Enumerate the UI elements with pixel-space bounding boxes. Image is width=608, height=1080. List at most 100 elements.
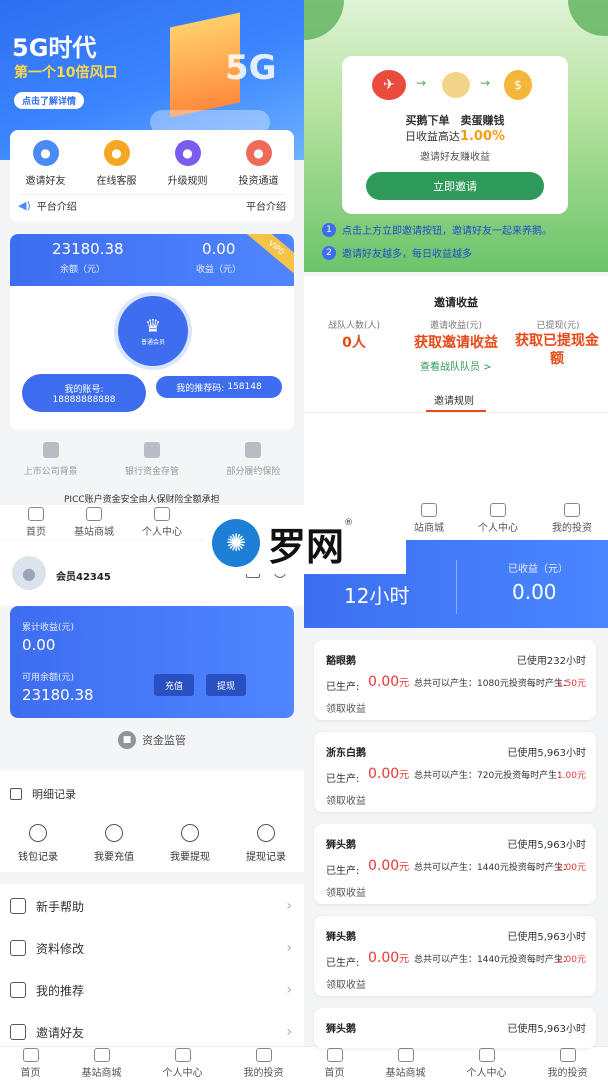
- banner-detail-button[interactable]: 点击了解详情: [14, 92, 85, 109]
- shield-icon: [245, 442, 262, 458]
- investment-rate-row: 1.50元: [557, 676, 586, 689]
- produced-value: 0.00: [368, 858, 400, 874]
- account-label: 我的账号:: [64, 384, 104, 395]
- tab-label: 站商城: [414, 522, 444, 534]
- withdraw-button[interactable]: 提现: [206, 674, 246, 696]
- tab-home[interactable]: 首页: [21, 1048, 41, 1079]
- investment-name: 狮头鹅: [326, 932, 356, 943]
- guarantee-row: 上市公司背景 银行资金存管 部分履约保险: [0, 442, 304, 477]
- tab-store[interactable]: 基站商城: [386, 1048, 426, 1079]
- record-item[interactable]: 我要提现: [170, 824, 210, 863]
- record-item[interactable]: 钱包记录: [18, 824, 58, 863]
- tab-person[interactable]: 个人中心: [142, 506, 182, 538]
- tab-invest[interactable]: 我的投资: [244, 1048, 284, 1079]
- collect-income-button[interactable]: 领取收益: [326, 792, 366, 807]
- banner-title: 5G时代: [12, 34, 97, 62]
- crown-avatar: ♛ 普通会员: [118, 296, 188, 366]
- person-icon: [490, 502, 506, 517]
- collect-income-button[interactable]: 领取收益: [326, 884, 366, 899]
- records-header[interactable]: 明细记录: [10, 786, 76, 802]
- quick-menu-item[interactable]: ● 邀请好友: [26, 140, 66, 187]
- available-value: 23180.38: [22, 686, 94, 704]
- tab-person[interactable]: 个人中心: [467, 1048, 507, 1079]
- speaker-icon: ◀): [18, 199, 31, 212]
- tab-home[interactable]: 首页: [26, 506, 46, 538]
- quick-menu-label: 邀请好友: [25, 176, 66, 187]
- picc-line: PICC账户资金安全由人保财险全额承担: [64, 495, 220, 505]
- tab-label: 个人中心: [478, 522, 518, 534]
- investment-desc: 总共可以产生：1440元投资每时产生：: [414, 955, 572, 965]
- store-icon: [86, 506, 102, 521]
- tab-label: 基站商城: [81, 1068, 122, 1079]
- investment-produced: 0.00元: [368, 950, 409, 966]
- step-number: 2: [322, 245, 336, 260]
- guarantee-item: 部分履约保险: [226, 442, 280, 477]
- fund-supervision[interactable]: ■ 资金监管: [0, 728, 304, 752]
- member-wallet-card: 累计收益(元) 0.00 可用余额(元) 23180.38 充值 提现: [10, 606, 294, 718]
- tab-store[interactable]: 基站商城: [74, 506, 114, 538]
- notice-bar[interactable]: ◀) 平台介绍 平台介绍: [18, 194, 286, 216]
- wallet-icon: [29, 824, 47, 842]
- quick-menu-item[interactable]: ● 升级规则: [168, 140, 208, 187]
- withdrawn-value: 获取已提现金额: [515, 333, 599, 367]
- produced-value: 0.00: [368, 950, 400, 966]
- invite-step: 1 点击上方立即邀请按钮，邀请好友一起来养鹅。: [322, 222, 602, 237]
- quick-menu-item[interactable]: ● 投资通道: [239, 140, 279, 187]
- tab-store[interactable]: 站商城: [414, 502, 444, 534]
- tab-person[interactable]: 个人中心: [478, 502, 518, 534]
- home-icon: [22, 1048, 39, 1062]
- step-number: 1: [322, 222, 336, 237]
- investment-rate-row: 1.00元: [557, 768, 586, 781]
- tab-home[interactable]: 首页: [325, 1048, 345, 1079]
- summary-divider: [456, 560, 457, 614]
- rules-divider: [304, 412, 608, 413]
- account-value: 18888888888: [52, 394, 116, 405]
- invest-icon: ●: [245, 140, 272, 166]
- stats-section: 邀请收益 战队人数(人) 0人 邀请收益(元) 获取邀请收益 已提现(元) 获取…: [304, 276, 608, 386]
- quick-menu-label: 投资通道: [238, 176, 279, 187]
- produced-unit: 元: [399, 954, 410, 965]
- menu-row[interactable]: 资料修改 ›: [10, 928, 296, 968]
- tab-label: 个人中心: [142, 526, 182, 538]
- account-pill[interactable]: 我的账号: 18888888888: [22, 374, 146, 412]
- menu-row[interactable]: 新手帮助 ›: [10, 886, 296, 926]
- chevron-right-icon: ›: [286, 898, 292, 914]
- tab-invest[interactable]: 我的投资: [552, 502, 592, 534]
- recharge-button[interactable]: 充值: [154, 674, 194, 696]
- banner-subtitle: 第一个10倍风口: [14, 65, 118, 81]
- user-icon: ●: [32, 140, 59, 166]
- rules-title: 邀请规则: [434, 396, 474, 407]
- produced-unit: 元: [399, 678, 410, 689]
- watermark-logo: ✺ 罗网 ®: [204, 512, 406, 574]
- view-team-link[interactable]: 查看战队队员 >: [420, 358, 492, 373]
- income-amount: 0.00: [202, 240, 236, 258]
- invest-icon: [559, 1048, 576, 1062]
- total-income-label: 累计收益(元): [22, 623, 75, 633]
- collect-income-button[interactable]: 领取收益: [326, 700, 366, 715]
- tab-store[interactable]: 基站商城: [82, 1048, 122, 1079]
- produced-value: 0.00: [368, 674, 400, 690]
- record-item[interactable]: 提现记录: [246, 824, 286, 863]
- menu-row[interactable]: 我的推荐 ›: [10, 970, 296, 1010]
- referral-pill[interactable]: 我的推荐码: 158148: [156, 376, 282, 398]
- collect-income-button[interactable]: 领取收益: [326, 976, 366, 991]
- tab-person[interactable]: 个人中心: [163, 1048, 203, 1079]
- quick-menu-item[interactable]: ● 在线客服: [97, 140, 137, 187]
- withdrawn-label: 已提现(元): [536, 321, 580, 331]
- guarantee-label: 上市公司背景: [23, 467, 78, 477]
- investment-card: 狮头鹅 已使用5,963小时 已生产: 总共可以产生：1440元投资每时产生： 领取收益…: [314, 916, 596, 996]
- layers-icon: [10, 982, 26, 998]
- investment-used: 已使用5,963小时: [507, 840, 586, 851]
- summary-hours: 12小时: [344, 584, 410, 608]
- person-silhouette-icon: ●: [22, 563, 36, 583]
- invite-now-button[interactable]: 立即邀请: [366, 172, 544, 200]
- watermark-text: 罗网: [268, 523, 345, 569]
- invest-icon: [255, 1048, 272, 1062]
- record-item[interactable]: 我要充值: [94, 824, 134, 863]
- quick-menu-label: 在线客服: [96, 176, 137, 187]
- record-item-label: 我要提现: [170, 852, 210, 863]
- tab-invest[interactable]: 我的投资: [548, 1048, 588, 1079]
- team-label: 战队人数(人): [327, 321, 381, 331]
- money-bag-icon: $: [504, 70, 532, 100]
- income-amount-label: 收益（元）: [196, 265, 242, 275]
